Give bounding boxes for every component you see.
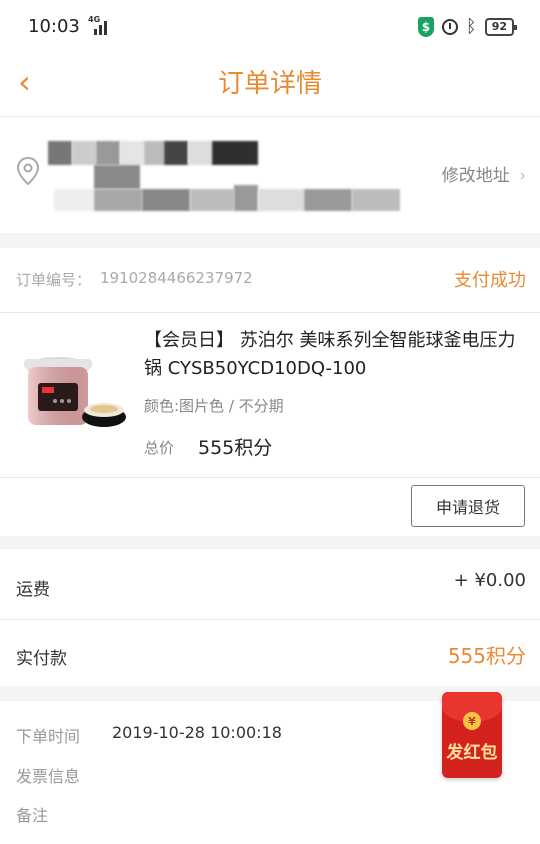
- edit-address-label: 修改地址: [441, 166, 510, 186]
- chevron-right-icon: ›: [519, 166, 526, 186]
- order-time-label: 下单时间: [16, 727, 81, 746]
- bluetooth-icon: ᛒ: [465, 16, 477, 37]
- security-shield-icon: $: [417, 17, 434, 37]
- battery-icon: 92: [484, 18, 518, 36]
- refund-button[interactable]: 申请退货: [411, 485, 525, 527]
- page-title: 订单详情: [217, 69, 322, 99]
- product-spec: 颜色:图片色 / 不分期: [144, 397, 284, 415]
- invoice-label: 发票信息: [16, 767, 81, 786]
- paid-label: 实付款: [16, 649, 67, 669]
- order-header: 订单编号： 1910284466237972 支付成功: [0, 248, 540, 313]
- status-bar: 10:03 4G $ ᛒ 92: [0, 0, 540, 52]
- red-packet-button[interactable]: ¥ 发红包: [442, 692, 502, 778]
- status-icons: $ ᛒ 92: [417, 16, 518, 38]
- order-time: 2019-10-28 10:00:18: [112, 723, 282, 742]
- shipping-label: 运费: [16, 580, 50, 600]
- product-title: 【会员日】 苏泊尔 美味系列全智能球釜电压力锅 CYSB50YCD10DQ-10…: [144, 330, 516, 379]
- order-number: 1910284466237972: [100, 269, 253, 287]
- edit-address-link[interactable]: 修改地址 ›: [442, 161, 526, 186]
- product-image: [24, 357, 126, 427]
- order-number-label: 订单编号：: [16, 271, 92, 289]
- product-total-label: 总价: [144, 439, 175, 457]
- product-total: 555积分: [198, 437, 273, 459]
- note-label: 备注: [16, 806, 49, 825]
- order-status: 支付成功: [454, 270, 526, 291]
- address-section[interactable]: 修改地址 ›: [0, 117, 540, 233]
- network-type: 4G: [88, 15, 101, 24]
- nav-bar: ‹ 订单详情: [0, 52, 540, 117]
- shipping-value: + ¥0.00: [453, 570, 526, 591]
- product-item[interactable]: 【会员日】 苏泊尔 美味系列全智能球釜电压力锅 CYSB50YCD10DQ-10…: [0, 313, 540, 478]
- signal-icon: 4G: [88, 15, 110, 35]
- location-pin-icon: [17, 157, 39, 185]
- paid-row: 实付款 555积分: [0, 620, 540, 686]
- alarm-icon: [441, 19, 458, 35]
- shipping-row: 运费 + ¥0.00: [0, 549, 540, 620]
- paid-value: 555积分: [447, 644, 526, 668]
- status-time: 10:03: [28, 16, 80, 37]
- red-packet-label: 发红包: [446, 743, 498, 763]
- coin-icon: ¥: [463, 712, 481, 730]
- actions-row: 申请退货: [0, 478, 540, 536]
